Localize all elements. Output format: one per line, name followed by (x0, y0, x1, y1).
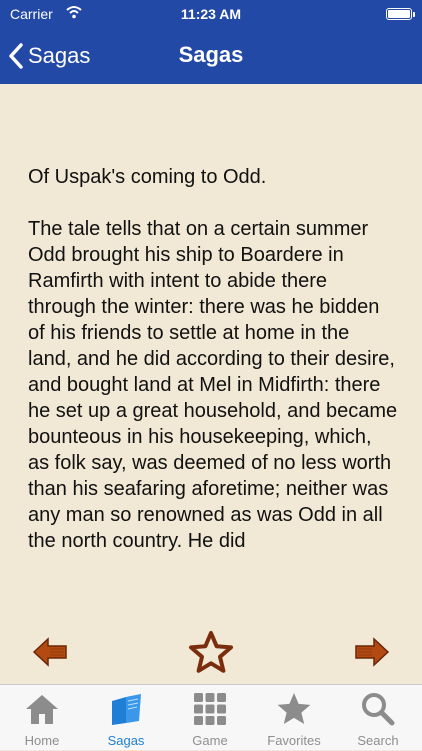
tab-game[interactable]: Game (168, 685, 252, 751)
magnifier-icon (362, 693, 395, 726)
grid-icon (194, 693, 226, 725)
tab-label-search: Search (357, 733, 399, 748)
tab-search[interactable]: Search (336, 685, 420, 751)
book-icon (112, 694, 141, 725)
reader-actions (0, 628, 422, 684)
right-arrow-icon[interactable] (354, 636, 390, 668)
tab-label-sagas: Sagas (107, 733, 145, 748)
tab-home[interactable]: Home (0, 685, 84, 751)
saga-text: Of Uspak's coming to Odd. The tale tells… (28, 166, 398, 552)
star-icon (277, 693, 311, 724)
status-bar: Carrier 11:23 AM (0, 0, 422, 28)
star-outline-icon (189, 631, 233, 673)
tab-bar: Home Sagas Game Favorites Search (0, 684, 422, 750)
navigation-bar: Carrier 11:23 AM Sagas Sagas (0, 0, 422, 84)
tab-label-favorites: Favorites (267, 733, 321, 748)
favorite-star-button[interactable] (188, 630, 234, 674)
tab-favorites[interactable]: Favorites (252, 685, 336, 751)
home-icon (26, 695, 58, 724)
battery-icon (386, 8, 415, 20)
tab-label-home: Home (24, 733, 60, 748)
status-time: 11:23 AM (180, 6, 242, 22)
left-arrow-icon[interactable] (32, 636, 68, 668)
saga-content-area[interactable]: Of Uspak's coming to Odd. The tale tells… (0, 84, 422, 684)
page-title: Sagas (178, 42, 244, 67)
tab-label-game: Game (192, 733, 228, 748)
tab-sagas[interactable]: Sagas (84, 685, 168, 751)
